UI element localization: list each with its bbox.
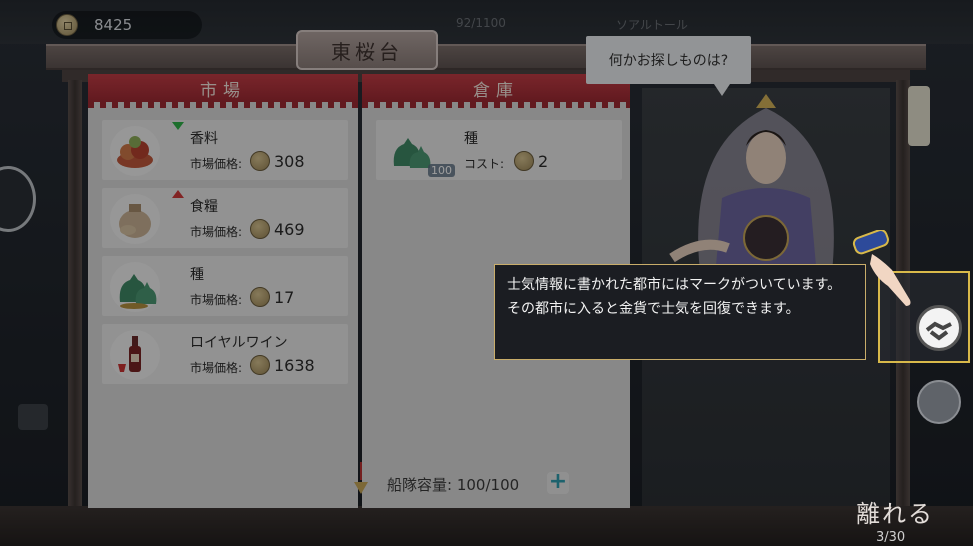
coin-icon (250, 355, 270, 375)
floor (0, 506, 973, 546)
item-cost: 2 (538, 152, 549, 171)
item-price: 469 (274, 220, 305, 239)
cargo-button[interactable] (917, 380, 961, 424)
location-title: 東桜台 (296, 30, 438, 70)
item-name: ロイヤルワイン (190, 335, 288, 351)
item-price: 1638 (274, 356, 315, 375)
wine-icon (110, 330, 160, 380)
spice-icon (110, 126, 160, 176)
item-quantity: 100 (428, 164, 455, 177)
item-name: 食糧 (190, 199, 218, 215)
gold-counter: 8425 (52, 11, 202, 39)
handshake-icon (925, 321, 952, 341)
coin-icon (250, 151, 270, 171)
item-name: 種 (464, 131, 478, 147)
chat-icon[interactable] (18, 404, 48, 430)
game-logo-icon[interactable] (0, 166, 36, 232)
top-bar: 8425 92/1100 ソアルトール (0, 0, 973, 44)
pillar-left (68, 80, 82, 510)
game-screen: 8425 92/1100 ソアルトール 東桜台 市場 香料 市場価格: 308 … (0, 0, 973, 546)
fleet-capacity: 船隊容量: 100/100 (387, 474, 519, 495)
item-price: 308 (274, 152, 305, 171)
market-item-spice[interactable]: 香料 市場価格: 308 (102, 120, 348, 180)
price-label: 市場価格: (190, 361, 243, 375)
item-name: 種 (190, 267, 204, 283)
price-label: 市場価格: (190, 293, 243, 307)
seed-bag-icon (110, 262, 160, 312)
item-price: 17 (274, 288, 295, 307)
page-counter: 3/30 (876, 530, 906, 545)
price-label: 市場価格: (190, 157, 243, 171)
leave-button[interactable]: 離れる (835, 486, 955, 536)
seed-bag-icon (384, 126, 434, 176)
food-sack-icon (110, 194, 160, 244)
coin-icon (250, 219, 270, 239)
market-item-food[interactable]: 食糧 市場価格: 469 (102, 188, 348, 248)
add-capacity-button[interactable]: + (547, 471, 569, 494)
capacity-value: 100/100 (456, 476, 520, 494)
coin-icon (250, 287, 270, 307)
roof-beam (46, 44, 926, 70)
price-down-icon (172, 122, 184, 130)
faded-label: ソアルトール (616, 18, 688, 32)
price-up-icon (172, 190, 184, 198)
market-heading: 市場 (88, 74, 358, 108)
warehouse-item-seed[interactable]: 100 種 コスト: 2 (376, 120, 622, 180)
lantern-icon (908, 86, 930, 146)
tutorial-tooltip: 士気情報に書かれた都市にはマークがついています。その都市に入ると金貨で士気を回復… (494, 264, 866, 360)
item-name: 香料 (190, 131, 218, 147)
coin-icon (56, 14, 78, 36)
ornament-icon (354, 462, 368, 494)
faded-counter: 92/1100 (456, 16, 506, 30)
gold-value: 8425 (94, 16, 133, 34)
market-panel: 市場 香料 市場価格: 308 食糧 市場価格: 469 種 市場価格: 17 … (88, 74, 358, 508)
morale-recover-button[interactable] (916, 305, 962, 351)
market-item-seed[interactable]: 種 市場価格: 17 (102, 256, 348, 316)
market-item-wine[interactable]: ロイヤルワイン 市場価格: 1638 (102, 324, 348, 384)
price-label: 市場価格: (190, 225, 243, 239)
capacity-label: 船隊容量: (387, 476, 453, 494)
coin-icon (514, 151, 534, 171)
merchant-speech-bubble: 何かお探しものは? (586, 36, 751, 96)
cost-label: コスト: (464, 157, 505, 171)
